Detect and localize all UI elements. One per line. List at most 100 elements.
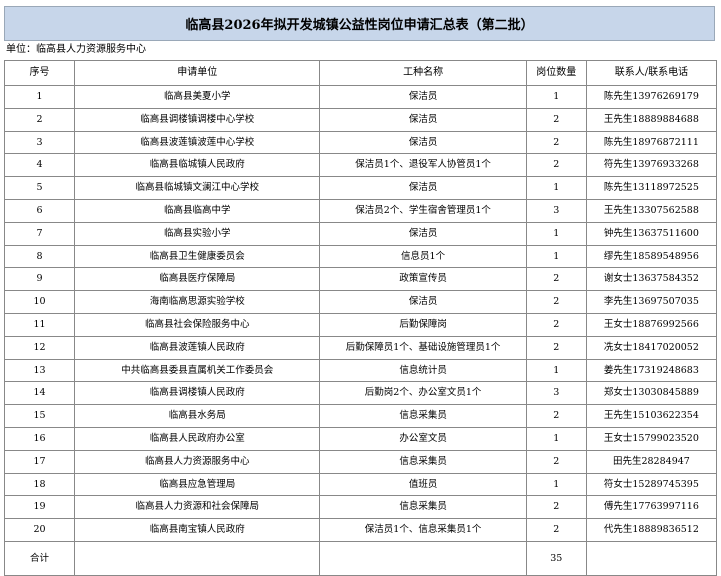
cell-job[interactable]: 保洁员 <box>319 290 527 314</box>
cell-unit[interactable]: 临高县应急管理局 <box>74 472 321 497</box>
cell-no[interactable]: 16 <box>3 426 76 451</box>
cell-job[interactable]: 保洁员2个、学生宿舍管理员1个 <box>319 198 527 223</box>
total-count[interactable]: 35 <box>525 540 587 576</box>
total-contact-cell[interactable] <box>585 540 718 576</box>
cell-unit[interactable]: 临高县人力资源和社会保障局 <box>74 495 321 520</box>
cell-no[interactable]: 19 <box>3 495 76 520</box>
total-unit-cell[interactable] <box>74 540 321 576</box>
cell-contact[interactable]: 谢女士13637584352 <box>585 267 718 292</box>
cell-contact[interactable]: 冼女士18417020052 <box>585 335 718 360</box>
cell-count[interactable]: 2 <box>525 290 587 314</box>
cell-count[interactable]: 2 <box>525 267 587 292</box>
cell-no[interactable]: 5 <box>3 176 76 200</box>
cell-count[interactable]: 2 <box>525 130 587 155</box>
cell-job[interactable]: 信息采集员 <box>319 404 527 428</box>
cell-unit[interactable]: 临高县实验小学 <box>74 221 321 246</box>
cell-job[interactable]: 信息采集员 <box>319 449 527 474</box>
cell-count[interactable]: 2 <box>525 518 587 542</box>
cell-unit[interactable]: 临高县医疗保障局 <box>74 267 321 292</box>
cell-job[interactable]: 政策宣传员 <box>319 267 527 292</box>
cell-contact[interactable]: 田先生28284947 <box>585 449 718 474</box>
cell-contact[interactable]: 王先生15103622354 <box>585 404 718 428</box>
cell-no[interactable]: 6 <box>3 198 76 223</box>
cell-no[interactable]: 7 <box>3 221 76 246</box>
cell-count[interactable]: 1 <box>525 426 587 451</box>
cell-no[interactable]: 18 <box>3 472 76 497</box>
cell-contact[interactable]: 郑女士13030845889 <box>585 381 718 406</box>
cell-unit[interactable]: 海南临高思源实验学校 <box>74 290 321 314</box>
cell-job[interactable]: 后勤保障岗 <box>319 312 527 337</box>
cell-contact[interactable]: 傅先生17763997116 <box>585 495 718 520</box>
cell-count[interactable]: 1 <box>525 176 587 200</box>
header-no[interactable]: 序号 <box>3 60 76 86</box>
cell-unit[interactable]: 临高县水务局 <box>74 404 321 428</box>
cell-contact[interactable]: 王先生13307562588 <box>585 198 718 223</box>
cell-unit[interactable]: 中共临高县委县直属机关工作委员会 <box>74 358 321 383</box>
cell-no[interactable]: 12 <box>3 335 76 360</box>
cell-no[interactable]: 13 <box>3 358 76 383</box>
cell-count[interactable]: 3 <box>525 381 587 406</box>
cell-unit[interactable]: 临高县社会保险服务中心 <box>74 312 321 337</box>
cell-count[interactable]: 2 <box>525 404 587 428</box>
cell-contact[interactable]: 代先生18889836512 <box>585 518 718 542</box>
cell-job[interactable]: 办公室文员 <box>319 426 527 451</box>
cell-count[interactable]: 2 <box>525 495 587 520</box>
cell-job[interactable]: 保洁员 <box>319 221 527 246</box>
cell-contact[interactable]: 姜先生17319248683 <box>585 358 718 383</box>
cell-job[interactable]: 信息员1个 <box>319 244 527 269</box>
total-label[interactable]: 合计 <box>3 540 76 576</box>
cell-contact[interactable]: 王女士15799023520 <box>585 426 718 451</box>
cell-contact[interactable]: 陈先生18976872111 <box>585 130 718 155</box>
cell-unit[interactable]: 临高县波莲镇波莲中心学校 <box>74 130 321 155</box>
cell-no[interactable]: 8 <box>3 244 76 269</box>
total-job-cell[interactable] <box>319 540 527 576</box>
cell-job[interactable]: 保洁员 <box>319 130 527 155</box>
cell-count[interactable]: 2 <box>525 312 587 337</box>
cell-unit[interactable]: 临高县临城镇人民政府 <box>74 153 321 178</box>
cell-unit[interactable]: 临高县调楼镇人民政府 <box>74 381 321 406</box>
cell-no[interactable]: 10 <box>3 290 76 314</box>
cell-contact[interactable]: 符女士15289745395 <box>585 472 718 497</box>
cell-job[interactable]: 后勤岗2个、办公室文员1个 <box>319 381 527 406</box>
cell-unit[interactable]: 临高县临高中学 <box>74 198 321 223</box>
cell-unit[interactable]: 临高县卫生健康委员会 <box>74 244 321 269</box>
cell-no[interactable]: 3 <box>3 130 76 155</box>
cell-no[interactable]: 17 <box>3 449 76 474</box>
cell-job[interactable]: 信息采集员 <box>319 495 527 520</box>
cell-job[interactable]: 后勤保障员1个、基础设施管理员1个 <box>319 335 527 360</box>
cell-no[interactable]: 4 <box>3 153 76 178</box>
header-job[interactable]: 工种名称 <box>319 60 527 86</box>
cell-contact[interactable]: 王先生18889884688 <box>585 107 718 132</box>
cell-no[interactable]: 1 <box>3 85 76 109</box>
cell-job[interactable]: 值班员 <box>319 472 527 497</box>
cell-job[interactable]: 保洁员1个、退役军人协管员1个 <box>319 153 527 178</box>
cell-unit[interactable]: 临高县临城镇文澜江中心学校 <box>74 176 321 200</box>
cell-unit[interactable]: 临高县调楼镇调楼中心学校 <box>74 107 321 132</box>
cell-job[interactable]: 保洁员 <box>319 85 527 109</box>
cell-unit[interactable]: 临高县人力资源服务中心 <box>74 449 321 474</box>
cell-contact[interactable]: 缪先生18589548956 <box>585 244 718 269</box>
cell-job[interactable]: 保洁员 <box>319 176 527 200</box>
cell-no[interactable]: 15 <box>3 404 76 428</box>
cell-job[interactable]: 保洁员1个、信息采集员1个 <box>319 518 527 542</box>
cell-count[interactable]: 2 <box>525 107 587 132</box>
cell-no[interactable]: 14 <box>3 381 76 406</box>
header-unit[interactable]: 申请单位 <box>74 60 321 86</box>
cell-count[interactable]: 2 <box>525 449 587 474</box>
cell-no[interactable]: 2 <box>3 107 76 132</box>
cell-unit[interactable]: 临高县美夏小学 <box>74 85 321 109</box>
cell-contact[interactable]: 陈先生13976269179 <box>585 85 718 109</box>
cell-contact[interactable]: 王女士18876992566 <box>585 312 718 337</box>
header-count[interactable]: 岗位数量 <box>525 60 587 86</box>
cell-job[interactable]: 保洁员 <box>319 107 527 132</box>
cell-count[interactable]: 1 <box>525 221 587 246</box>
cell-contact[interactable]: 李先生13697507035 <box>585 290 718 314</box>
cell-unit[interactable]: 临高县南宝镇人民政府 <box>74 518 321 542</box>
cell-unit[interactable]: 临高县人民政府办公室 <box>74 426 321 451</box>
cell-count[interactable]: 1 <box>525 472 587 497</box>
cell-contact[interactable]: 陈先生13118972525 <box>585 176 718 200</box>
cell-count[interactable]: 3 <box>525 198 587 223</box>
cell-count[interactable]: 1 <box>525 85 587 109</box>
cell-no[interactable]: 11 <box>3 312 76 337</box>
cell-count[interactable]: 1 <box>525 358 587 383</box>
